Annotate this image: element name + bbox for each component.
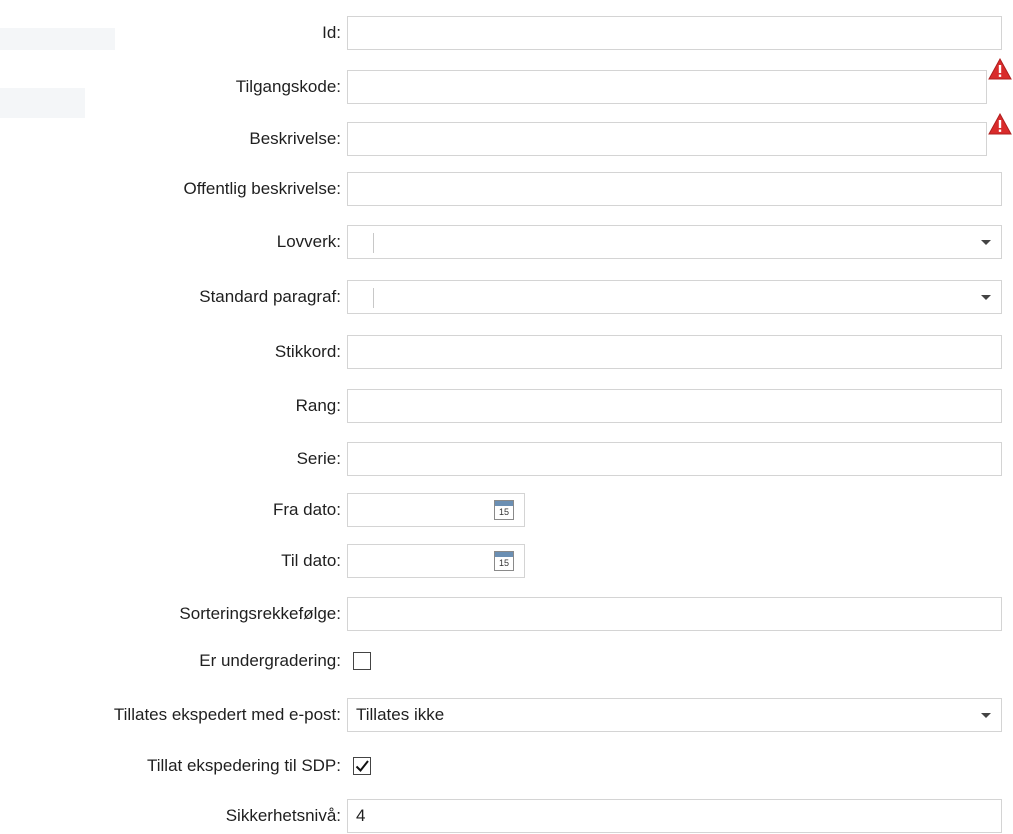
offentlig-beskrivelse-input[interactable]	[347, 172, 1002, 206]
row-offentlig-beskrivelse: Offentlig beskrivelse:	[0, 171, 1013, 207]
tillat-sdp-label: Tillat ekspedering til SDP:	[146, 756, 341, 775]
chevron-down-icon[interactable]	[981, 295, 991, 300]
text-caret	[373, 233, 374, 253]
rang-label: Rang:	[295, 396, 341, 415]
row-sikkerhetsniva: Sikkerhetsnivå: 4	[0, 798, 1013, 834]
stikkord-label: Stikkord:	[274, 342, 341, 361]
tillates-ekspedert-value: Tillates ikke	[356, 705, 445, 724]
row-id: Id:	[0, 15, 1013, 51]
fra-dato-label: Fra dato:	[272, 500, 341, 519]
row-serie: Serie:	[0, 441, 1013, 477]
offentlig-beskrivelse-label: Offentlig beskrivelse:	[183, 179, 341, 198]
tillates-ekspedert-label: Tillates ekspedert med e-post:	[113, 705, 341, 724]
row-lovverk: Lovverk:	[0, 224, 1013, 260]
sikkerhetsniva-input[interactable]: 4	[347, 799, 1002, 833]
er-undergradering-checkbox[interactable]	[353, 652, 371, 670]
warning-icon	[988, 113, 1012, 135]
tillat-sdp-checkbox[interactable]	[353, 757, 371, 775]
tillates-ekspedert-dropdown[interactable]: Tillates ikke	[347, 698, 1002, 732]
row-standard-paragraf: Standard paragraf:	[0, 279, 1013, 315]
sikkerhetsniva-label: Sikkerhetsnivå:	[225, 806, 341, 825]
rang-input[interactable]	[347, 389, 1002, 423]
fra-dato-input[interactable]: 15	[347, 493, 525, 527]
lovverk-label: Lovverk:	[276, 232, 341, 251]
text-caret	[373, 288, 374, 308]
row-fra-dato: Fra dato: 15	[0, 492, 1013, 528]
beskrivelse-label: Beskrivelse:	[249, 129, 341, 148]
row-stikkord: Stikkord:	[0, 334, 1013, 370]
row-sorteringsrekkefolge: Sorteringsrekkefølge:	[0, 596, 1013, 632]
row-tilgangskode: Tilgangskode:	[0, 69, 1013, 105]
serie-label: Serie:	[296, 449, 341, 468]
sorteringsrekkefolge-label: Sorteringsrekkefølge:	[179, 604, 341, 623]
row-rang: Rang:	[0, 388, 1013, 424]
tilgangskode-label: Tilgangskode:	[235, 77, 341, 96]
stikkord-input[interactable]	[347, 335, 1002, 369]
calendar-icon[interactable]: 15	[494, 551, 514, 571]
calendar-icon[interactable]: 15	[494, 500, 514, 520]
lovverk-dropdown[interactable]	[347, 225, 1002, 259]
standard-paragraf-label: Standard paragraf:	[199, 287, 341, 306]
beskrivelse-input[interactable]	[347, 122, 987, 156]
warning-icon	[988, 58, 1012, 80]
calendar-day: 15	[498, 558, 509, 568]
er-undergradering-label: Er undergradering:	[199, 651, 341, 670]
row-er-undergradering: Er undergradering:	[0, 643, 1013, 679]
til-dato-input[interactable]: 15	[347, 544, 525, 578]
til-dato-label: Til dato:	[281, 551, 341, 570]
serie-input[interactable]	[347, 442, 1002, 476]
row-til-dato: Til dato: 15	[0, 543, 1013, 579]
row-tillat-sdp: Tillat ekspedering til SDP:	[0, 748, 1013, 784]
calendar-day: 15	[498, 507, 509, 517]
chevron-down-icon[interactable]	[981, 713, 991, 718]
tilgangskode-input[interactable]	[347, 70, 987, 104]
sorteringsrekkefolge-input[interactable]	[347, 597, 1002, 631]
id-input[interactable]	[347, 16, 1002, 50]
chevron-down-icon[interactable]	[981, 240, 991, 245]
row-tillates-ekspedert: Tillates ekspedert med e-post: Tillates …	[0, 697, 1013, 733]
id-label: Id:	[322, 23, 341, 42]
row-beskrivelse: Beskrivelse:	[0, 121, 1013, 157]
checkmark-icon	[355, 760, 369, 773]
standard-paragraf-dropdown[interactable]	[347, 280, 1002, 314]
